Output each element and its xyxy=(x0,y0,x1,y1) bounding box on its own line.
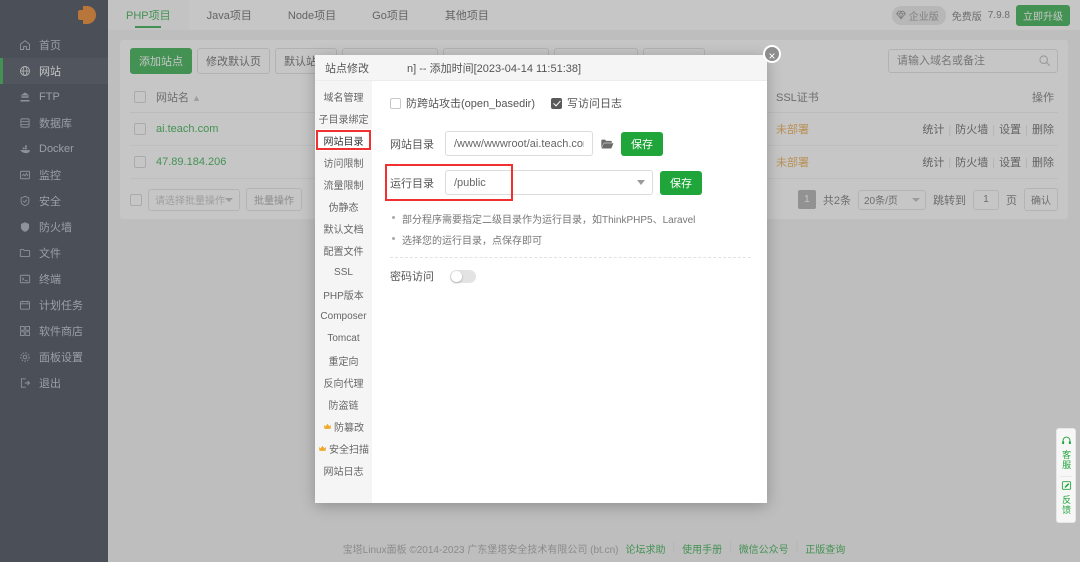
close-icon[interactable]: × xyxy=(763,45,781,63)
password-access-label: 密码访问 xyxy=(390,268,434,284)
modal-tab-label: 防盗链 xyxy=(329,397,359,412)
modal-tab-label: 子目录绑定 xyxy=(319,111,369,126)
modal-tab-5[interactable]: 伪静态 xyxy=(315,195,372,217)
hint-text: 部分程序需要指定二级目录作为运行目录，如ThinkPHP5、Laravel xyxy=(402,211,695,226)
modal-tab-label: Composer xyxy=(320,311,366,322)
folder-open-icon[interactable] xyxy=(600,137,614,151)
run-dir-label: 运行目录 xyxy=(390,175,438,191)
bullet-icon xyxy=(392,237,395,240)
checkbox-box xyxy=(551,98,562,109)
run-dir-save-button[interactable]: 保存 xyxy=(660,171,702,195)
customer-service-button[interactable]: 客服 xyxy=(1057,435,1075,473)
modal-tab-label: 域名管理 xyxy=(324,89,364,104)
hint-item: 部分程序需要指定二级目录作为运行目录，如ThinkPHP5、Laravel xyxy=(392,211,751,226)
modal-tab-3[interactable]: 访问限制 xyxy=(315,151,372,173)
toggle-knob xyxy=(451,271,462,282)
modal-tab-17[interactable]: 网站日志 xyxy=(315,459,372,481)
modal-tab-label: SSL xyxy=(334,267,353,278)
modal-tab-6[interactable]: 默认文档 xyxy=(315,217,372,239)
modal-tab-10[interactable]: Composer xyxy=(315,305,372,327)
modal-tab-11[interactable]: Tomcat xyxy=(315,327,372,349)
access-log-checkbox[interactable]: 写访问日志 xyxy=(551,95,622,111)
checkbox-row: 防跨站攻击(open_basedir) 写访问日志 xyxy=(390,95,751,111)
site-dir-input[interactable] xyxy=(445,131,593,156)
modal-tab-label: PHP版本 xyxy=(323,287,364,302)
modal-tab-7[interactable]: 配置文件 xyxy=(315,239,372,261)
feedback-icon xyxy=(1061,480,1072,491)
modal-tab-15[interactable]: 防篡改 xyxy=(315,415,372,437)
site-dir-label: 网站目录 xyxy=(390,136,438,152)
modal-header: 站点修改 n] -- 添加时间[2023-04-14 11:51:38] xyxy=(315,55,767,81)
modal-tab-label: 流量限制 xyxy=(324,177,364,192)
chevron-down-icon xyxy=(637,180,645,185)
modal-tab-0[interactable]: 域名管理 xyxy=(315,85,372,107)
modal-tab-label: 重定向 xyxy=(329,353,359,368)
hint-list: 部分程序需要指定二级目录作为运行目录，如ThinkPHP5、Laravel 选择… xyxy=(392,211,751,247)
modal-tab-9[interactable]: PHP版本 xyxy=(315,283,372,305)
customer-service-label: 客服 xyxy=(1061,447,1071,473)
run-dir-select-wrap[interactable] xyxy=(445,170,653,195)
password-access-toggle[interactable] xyxy=(450,270,476,283)
divider xyxy=(1060,476,1072,477)
modal-tab-label: 反向代理 xyxy=(324,375,364,390)
modal-tab-label: 默认文档 xyxy=(324,221,364,236)
modal-tab-1[interactable]: 子目录绑定 xyxy=(315,107,372,129)
modal-tab-label: 网站日志 xyxy=(324,463,364,478)
modal-tab-label: 防篡改 xyxy=(334,419,364,434)
site-edit-modal: × 站点修改 n] -- 添加时间[2023-04-14 11:51:38] 域… xyxy=(315,55,767,503)
headset-icon xyxy=(1061,435,1072,446)
run-dir-row: 运行目录 保存 xyxy=(390,170,751,195)
access-log-label: 写访问日志 xyxy=(567,95,622,111)
float-widget: 客服 反馈 xyxy=(1056,428,1076,523)
feedback-label: 反馈 xyxy=(1061,492,1071,518)
modal-tab-label: Tomcat xyxy=(327,333,359,344)
modal-tab-label: 安全扫描 xyxy=(329,441,369,456)
open-basedir-label: 防跨站攻击(open_basedir) xyxy=(406,95,535,111)
modal-panel-site-dir: 防跨站攻击(open_basedir) 写访问日志 网站目录 保存 xyxy=(372,81,767,503)
hint-item: 选择您的运行目录，点保存即可 xyxy=(392,232,751,247)
site-dir-row: 网站目录 保存 xyxy=(390,131,751,156)
modal-tab-label: 访问限制 xyxy=(324,155,364,170)
modal-tab-4[interactable]: 流量限制 xyxy=(315,173,372,195)
crown-icon xyxy=(318,444,327,453)
divider xyxy=(390,257,751,258)
run-dir-dropdown-toggle[interactable] xyxy=(596,171,652,194)
modal-body: 域名管理子目录绑定网站目录访问限制流量限制伪静态默认文档配置文件 SSL PHP版本… xyxy=(315,81,767,503)
password-access-row: 密码访问 xyxy=(390,268,751,284)
hint-text: 选择您的运行目录，点保存即可 xyxy=(402,232,542,247)
run-dir-input[interactable] xyxy=(446,171,596,194)
app-root: 首页网站FTP数据库Docker监控安全防火墙文件终端计划任务软件商店面板设置退… xyxy=(0,0,1080,562)
modal-tab-label: 伪静态 xyxy=(329,199,359,214)
modal-tab-label: 网站目录 xyxy=(324,133,364,148)
modal-tab-16[interactable]: 安全扫描 xyxy=(315,437,372,459)
modal-tab-label: 配置文件 xyxy=(324,243,364,258)
checkbox-box xyxy=(390,98,401,109)
site-dir-save-button[interactable]: 保存 xyxy=(621,132,663,156)
modal-tab-12[interactable]: 重定向 xyxy=(315,349,372,371)
modal-tab-2[interactable]: 网站目录 xyxy=(315,129,372,151)
bullet-icon xyxy=(392,216,395,219)
modal-tab-14[interactable]: 防盗链 xyxy=(315,393,372,415)
feedback-button[interactable]: 反馈 xyxy=(1057,480,1075,518)
modal-title: 站点修改 xyxy=(325,60,369,76)
modal-tab-list: 域名管理子目录绑定网站目录访问限制流量限制伪静态默认文档配置文件 SSL PHP版本… xyxy=(315,81,372,503)
modal-subtitle: n] -- 添加时间[2023-04-14 11:51:38] xyxy=(407,60,581,76)
modal-tab-13[interactable]: 反向代理 xyxy=(315,371,372,393)
modal-tab-8[interactable]: SSL xyxy=(315,261,372,283)
crown-icon xyxy=(323,422,332,431)
open-basedir-checkbox[interactable]: 防跨站攻击(open_basedir) xyxy=(390,95,535,111)
